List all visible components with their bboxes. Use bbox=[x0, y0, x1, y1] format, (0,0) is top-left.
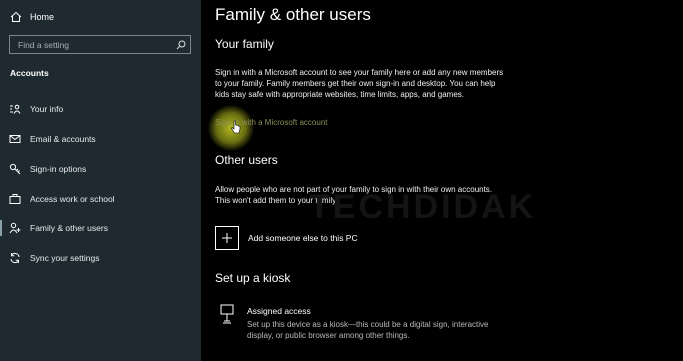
sidebar-item-label: Sign-in options bbox=[30, 164, 87, 174]
your-family-heading: Your family bbox=[215, 37, 274, 51]
key-icon bbox=[9, 163, 21, 175]
sync-icon bbox=[9, 252, 21, 264]
mouse-cursor-icon bbox=[231, 120, 241, 139]
person-add-icon bbox=[9, 222, 21, 234]
sidebar-item-your-info[interactable]: Your info bbox=[0, 98, 201, 120]
watermark: TECHDIDAK bbox=[309, 188, 537, 226]
sidebar-item-label: Family & other users bbox=[30, 223, 108, 233]
other-users-heading: Other users bbox=[215, 153, 278, 167]
sidebar-item-label: Email & accounts bbox=[30, 134, 96, 144]
your-family-description: Sign in with a Microsoft account to see … bbox=[215, 68, 504, 99]
assigned-access-title: Assigned access bbox=[247, 306, 311, 316]
page-title: Family & other users bbox=[215, 5, 371, 24]
sidebar-item-label: Your info bbox=[30, 104, 64, 114]
email-icon bbox=[9, 133, 21, 145]
kiosk-heading: Set up a kiosk bbox=[215, 271, 291, 285]
sidebar: Home Accounts Your info Email & accounts… bbox=[0, 0, 201, 361]
kiosk-icon bbox=[215, 304, 239, 328]
main-content: Family & other users Your family Sign in… bbox=[201, 0, 683, 361]
add-someone-label: Add someone else to this PC bbox=[248, 233, 358, 243]
sidebar-item-sign-in-options[interactable]: Sign-in options bbox=[0, 158, 201, 180]
home-nav-item[interactable]: Home bbox=[10, 9, 54, 25]
sidebar-item-sync-settings[interactable]: Sync your settings bbox=[0, 247, 201, 269]
sidebar-item-access-work-school[interactable]: Access work or school bbox=[0, 188, 201, 210]
assigned-access-item[interactable]: Assigned access Set up this device as a … bbox=[215, 304, 507, 341]
home-label: Home bbox=[30, 12, 55, 22]
sidebar-item-label: Sync your settings bbox=[30, 253, 100, 263]
sidebar-item-email-accounts[interactable]: Email & accounts bbox=[0, 128, 201, 150]
section-title-accounts: Accounts bbox=[10, 68, 49, 78]
sidebar-item-family-other-users[interactable]: Family & other users bbox=[0, 217, 201, 239]
search-input[interactable] bbox=[10, 36, 172, 53]
search-box bbox=[9, 35, 191, 54]
add-someone-button[interactable]: Add someone else to this PC bbox=[215, 226, 358, 250]
plus-icon bbox=[215, 226, 239, 250]
home-icon bbox=[10, 11, 22, 23]
person-card-icon bbox=[9, 103, 21, 115]
briefcase-icon bbox=[9, 193, 21, 205]
sidebar-item-label: Access work or school bbox=[30, 194, 115, 204]
assigned-access-description: Set up this device as a kiosk—this could… bbox=[247, 320, 489, 340]
search-icon[interactable] bbox=[172, 40, 190, 50]
